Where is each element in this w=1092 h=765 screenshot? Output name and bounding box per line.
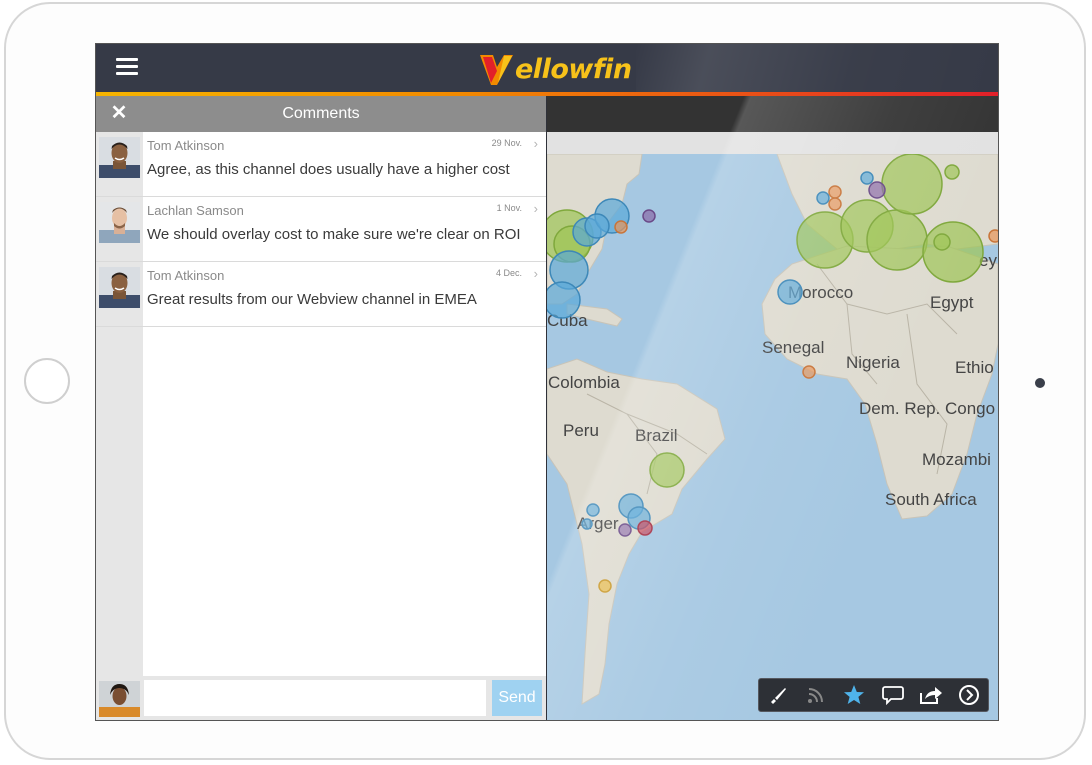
comment-item[interactable]: Tom Atkinson 4 Dec. › Great results from… [96, 262, 546, 327]
bubble[interactable] [944, 164, 960, 180]
app-screen: ellowfin Comments ✕ Tom Atkinson 29 Nov. [95, 43, 999, 721]
comment-item[interactable]: Tom Atkinson 29 Nov. › Agree, as this ch… [96, 132, 546, 197]
map-panel: Morocco Egypt Senegal Nigeria Ethio Colo… [547, 96, 998, 721]
bubble[interactable] [598, 579, 612, 593]
map-label-egypt: Egypt [930, 293, 974, 312]
close-icon[interactable]: ✕ [110, 103, 128, 123]
comment-icon[interactable] [880, 682, 906, 708]
share-icon[interactable] [918, 682, 944, 708]
bubble[interactable] [586, 503, 600, 517]
comments-title: Comments [282, 105, 360, 122]
bubble[interactable] [649, 452, 685, 488]
bubble[interactable] [860, 171, 874, 185]
bubble[interactable] [816, 191, 830, 205]
comments-header: Comments ✕ [96, 96, 546, 132]
map-label-ethio: Ethio [955, 358, 994, 377]
comment-composer: Send [96, 676, 546, 720]
bubble[interactable] [881, 154, 943, 215]
comment-author: Lachlan Samson [147, 203, 244, 218]
camera [1035, 378, 1045, 388]
bubble[interactable] [988, 229, 998, 243]
send-button[interactable]: Send [492, 680, 542, 716]
avatar [99, 267, 140, 308]
map-label-senegal: Senegal [762, 338, 824, 357]
avatar [99, 681, 140, 717]
star-icon[interactable] [841, 682, 867, 708]
comment-author: Tom Atkinson [147, 268, 225, 283]
bubble[interactable] [868, 181, 886, 199]
bubble[interactable] [614, 220, 628, 234]
chevron-right-icon: › [533, 201, 538, 216]
bubble[interactable] [642, 209, 656, 223]
comment-date: 4 Dec. [495, 268, 522, 278]
avatar [99, 137, 140, 178]
map-label-congo: Dem. Rep. Congo [859, 399, 995, 418]
brush-icon[interactable] [765, 682, 791, 708]
map-label-brazil: Brazil [635, 426, 678, 445]
map-strip [547, 132, 998, 154]
comment-text: Great results from our Webview channel i… [147, 291, 477, 308]
rss-icon[interactable] [803, 682, 829, 708]
top-bar: ellowfin [96, 44, 998, 92]
map-label-colombia: Colombia [548, 373, 620, 392]
chevron-right-icon: › [533, 266, 538, 281]
avatar [99, 202, 140, 243]
comment-date: 29 Nov. [491, 138, 522, 148]
bubble[interactable] [618, 523, 632, 537]
bubble[interactable] [547, 281, 581, 319]
next-icon[interactable] [956, 682, 982, 708]
comment-author: Tom Atkinson [147, 138, 225, 153]
bubble[interactable] [637, 520, 653, 536]
map-toolbar [758, 678, 989, 712]
map-header [547, 96, 998, 132]
map-label-peru: Peru [563, 421, 599, 440]
bubble[interactable] [828, 197, 842, 211]
comment-input[interactable] [144, 680, 486, 716]
hamburger-menu-icon[interactable] [116, 58, 138, 76]
logo-y-icon [480, 55, 513, 85]
bubble[interactable] [581, 518, 593, 530]
world-map[interactable]: Morocco Egypt Senegal Nigeria Ethio Colo… [547, 154, 998, 721]
comment-text: We should overlay cost to make sure we'r… [147, 226, 521, 243]
comments-panel: Comments ✕ Tom Atkinson 29 Nov. › Agree,… [96, 96, 546, 720]
bubble[interactable] [584, 213, 610, 239]
bubble[interactable] [933, 233, 951, 251]
top-bar-shine [636, 44, 998, 92]
bubble[interactable] [802, 365, 816, 379]
bubble[interactable] [828, 185, 842, 199]
map-label-south-africa: South Africa [885, 490, 977, 509]
bubble[interactable] [866, 209, 928, 271]
logo-text: ellowfin [515, 53, 632, 85]
home-button[interactable] [24, 358, 70, 404]
map-label-nigeria: Nigeria [846, 353, 900, 372]
map-label-mozambique: Mozambi [922, 450, 991, 469]
comment-date: 1 Nov. [496, 203, 522, 213]
bubble[interactable] [777, 279, 803, 305]
yellowfin-logo: ellowfin [479, 50, 632, 88]
comment-list: Tom Atkinson 29 Nov. › Agree, as this ch… [96, 132, 546, 327]
comment-text: Agree, as this channel does usually have… [147, 161, 510, 178]
bubble[interactable] [922, 221, 984, 283]
chevron-right-icon: › [533, 136, 538, 151]
comment-item[interactable]: Lachlan Samson 1 Nov. › We should overla… [96, 197, 546, 262]
